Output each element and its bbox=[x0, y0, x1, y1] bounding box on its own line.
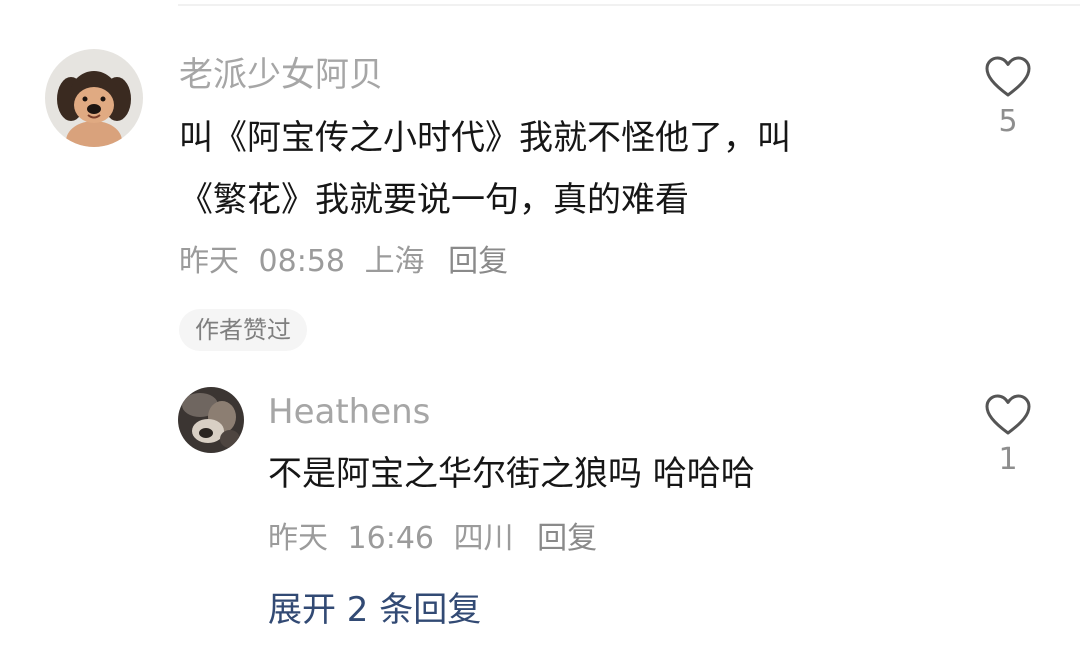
reply-location: 四川 bbox=[453, 521, 514, 556]
like-count: 5 bbox=[998, 104, 1018, 139]
reply-meta: 昨天 16:46 四川 回复 bbox=[268, 519, 597, 559]
comment-username[interactable]: 老派少女阿贝 bbox=[179, 53, 383, 97]
comment-meta: 昨天 08:58 上海 回复 bbox=[179, 242, 508, 282]
avatar[interactable] bbox=[45, 49, 143, 147]
comment-text-line-1: 叫《阿宝传之小时代》我就不怪他了，叫 bbox=[179, 118, 791, 158]
author-liked-badge: 作者赞过 bbox=[179, 309, 307, 351]
comment-text-line-2: 《繁花》我就要说一句，真的难看 bbox=[179, 180, 689, 220]
like-button[interactable]: 5 bbox=[978, 56, 1038, 140]
comment-location: 上海 bbox=[364, 244, 425, 279]
reply-text: 不是阿宝之华尔街之狼吗 哈哈哈 bbox=[268, 454, 755, 494]
comment-time: 08:58 bbox=[258, 244, 346, 279]
reply-button[interactable]: 回复 bbox=[448, 242, 508, 282]
reply-time: 16:46 bbox=[347, 521, 435, 556]
heart-icon bbox=[985, 394, 1031, 435]
comment-thread: 老派少女阿贝 叫《阿宝传之小时代》我就不怪他了，叫 《繁花》我就要说一句，真的难… bbox=[0, 0, 1080, 670]
dark-photo-avatar-icon bbox=[178, 387, 244, 453]
reply-like-count: 1 bbox=[998, 442, 1018, 477]
expand-replies-link[interactable]: 展开 2 条回复 bbox=[268, 588, 481, 632]
reply-like-button[interactable]: 1 bbox=[978, 394, 1038, 478]
reply-username[interactable]: Heathens bbox=[268, 390, 430, 434]
heart-icon bbox=[985, 56, 1031, 97]
reply-date: 昨天 bbox=[268, 521, 328, 556]
comment-date: 昨天 bbox=[179, 244, 239, 279]
plush-dog-avatar-icon bbox=[45, 49, 143, 147]
divider bbox=[178, 4, 1080, 6]
reply-reply-button[interactable]: 回复 bbox=[537, 519, 597, 559]
reply-avatar[interactable] bbox=[178, 387, 244, 453]
